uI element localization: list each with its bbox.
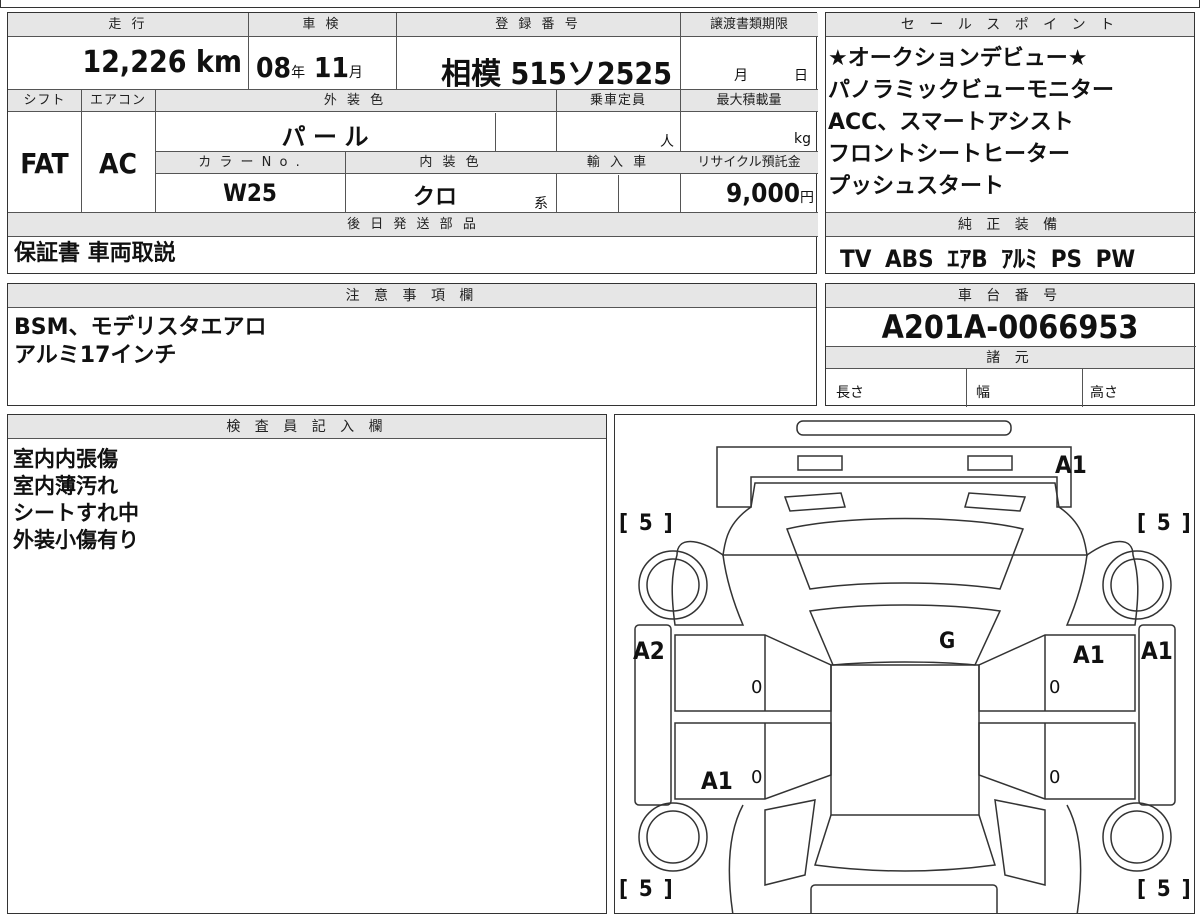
equipment-list: TV ABS ｴｱB ｱﾙﾐ PS PW [840, 245, 1136, 273]
shift-label: シフト [23, 93, 66, 108]
inspector-label: 検 査 員 記 入 欄 [8, 415, 606, 439]
max-load-unit: kg [794, 131, 811, 147]
max-load-label: 最大積載量 [716, 93, 782, 108]
inspection-label: 車 検 [302, 17, 342, 32]
aircon-value: AC [99, 147, 137, 180]
exterior-color-value: パ ー ル [281, 123, 369, 151]
shift-value: FAT [20, 147, 69, 180]
tire-tread-front-right: [ 5 ] [1137, 511, 1191, 536]
registration-value: 相模 515ソ2525 [441, 57, 672, 92]
recycle-deposit-value: 9,000円 [726, 179, 814, 209]
color-no-label: カ ラ ー N o . [198, 155, 302, 170]
transfer-month-unit: 月 [734, 68, 748, 84]
damage-right-front-door: A1 [1073, 641, 1105, 669]
later-parts-label: 後 日 発 送 部 品 [347, 217, 479, 232]
sales-points-panel: セ ー ル ス ポ イ ン ト ★オークションデビュー★ パノラミックビューモニ… [825, 12, 1196, 274]
exterior-color-label: 外 装 色 [323, 93, 387, 108]
tire-tread-front-left: [ 5 ] [619, 511, 673, 536]
height-label: 高さ [1090, 385, 1118, 401]
damage-front-bumper: A1 [1055, 451, 1087, 479]
zero-mark-4: 0 [1049, 767, 1061, 788]
vehicle-info-table: 走 行 車 検 登 録 番 号 譲渡書類期限 12,226 km 08年 11月… [7, 12, 818, 274]
damage-left-front: A2 [633, 637, 665, 665]
chassis-number: A201A-0066953 [881, 308, 1139, 346]
mileage-label: 走 行 [108, 17, 148, 32]
interior-color-value: クロ [412, 185, 457, 210]
registration-label: 登 録 番 号 [495, 17, 581, 32]
width-label: 幅 [976, 385, 990, 401]
sales-points-label: セ ー ル ス ポ イ ン ト [826, 13, 1194, 37]
capacity-unit: 人 [660, 134, 674, 150]
later-parts-value: 保証書 車両取説 [14, 241, 176, 266]
chassis-panel: 車 台 番 号 A201A-0066953 諸 元 長さ 幅 高さ [825, 283, 1196, 407]
aircon-label: エアコン [89, 93, 146, 108]
specs-label: 諸 元 [826, 347, 1194, 369]
equipment-label: 純 正 装 備 [826, 213, 1194, 237]
transfer-day-unit: 日 [794, 68, 808, 84]
sales-point-5: プッシュスタート [828, 174, 1005, 199]
damage-right-fender: A1 [1141, 637, 1173, 665]
sales-point-1: ★オークションデビュー★ [828, 46, 1088, 71]
sales-point-3: ACC、スマートアシスト [828, 110, 1074, 135]
tire-tread-rear-left: [ 5 ] [619, 877, 673, 902]
capacity-label: 乗車定員 [589, 93, 646, 108]
notes-panel: 注 意 事 項 欄 BSM、モデリスタエアロ アルミ17インチ [7, 283, 817, 406]
notes-line-2: アルミ17インチ [14, 343, 177, 368]
mileage-value: 12,226 km [82, 45, 242, 80]
inspector-line-2: 室内薄汚れ [13, 474, 118, 498]
sales-point-4: フロントシートヒーター [828, 142, 1071, 167]
zero-mark-1: 0 [751, 677, 763, 698]
top-header-remnant [0, 0, 1200, 8]
interior-color-unit: 系 [534, 196, 548, 212]
car-damage-diagram: [ 5 ] [ 5 ] [ 5 ] [ 5 ] A1 G A2 A1 A1 A1… [614, 414, 1195, 914]
inspector-line-3: シートすれ中 [13, 501, 139, 525]
interior-color-label: 内 装 色 [419, 155, 482, 170]
import-label: 輸 入 車 [586, 155, 650, 170]
zero-mark-2: 0 [1049, 677, 1061, 698]
recycle-deposit-label: リサイクル預託金 [697, 155, 801, 170]
transfer-deadline-label: 譲渡書類期限 [709, 17, 788, 32]
inspector-line-1: 室内内張傷 [13, 447, 118, 471]
damage-windshield: G [939, 629, 956, 654]
sales-point-2: パノラミックビューモニター [828, 78, 1115, 103]
chassis-label: 車 台 番 号 [826, 284, 1194, 308]
notes-label: 注 意 事 項 欄 [8, 284, 816, 308]
zero-mark-3: 0 [751, 767, 763, 788]
inspector-line-4: 外装小傷有り [13, 528, 139, 552]
inspection-value: 08年 11月 [256, 51, 363, 84]
tire-tread-rear-right: [ 5 ] [1137, 877, 1191, 902]
length-label: 長さ [836, 385, 864, 401]
car-outline-svg [634, 420, 1176, 913]
damage-left-rear-door: A1 [701, 767, 733, 795]
color-no-value: W25 [223, 179, 277, 207]
inspector-panel: 検 査 員 記 入 欄 室内内張傷 室内薄汚れ シートすれ中 外装小傷有り [7, 414, 607, 914]
